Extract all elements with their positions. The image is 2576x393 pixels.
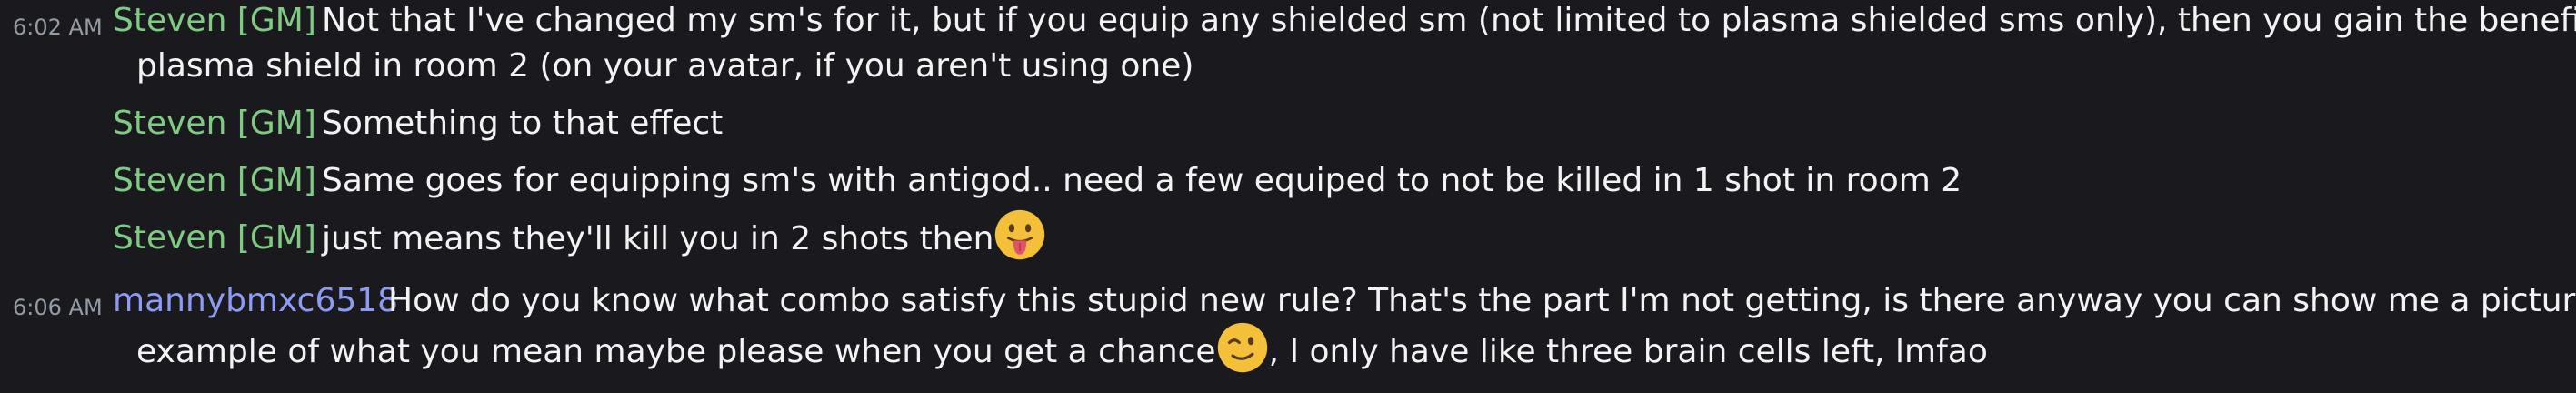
- chat-log: 6:02 AM Steven [GM] Not that I've change…: [0, 0, 2576, 393]
- message-author[interactable]: Steven [GM]: [113, 105, 316, 142]
- message-author[interactable]: mannybmxc6518: [113, 282, 398, 319]
- message-timestamp: 6:02 AM: [13, 15, 103, 40]
- winking-face-icon: [1216, 321, 1269, 374]
- message-text: Something to that effect: [322, 105, 724, 142]
- message-timestamp: 6:06 AM: [13, 295, 103, 320]
- tongue-out-face-icon: [993, 208, 1046, 261]
- message-author[interactable]: Steven [GM]: [113, 162, 316, 199]
- message-text: just means they'll kill you in 2 shots t…: [322, 209, 1046, 261]
- message-text: Same goes for equipping sm's with antigo…: [322, 162, 1962, 199]
- message-author[interactable]: Steven [GM]: [113, 2, 316, 39]
- message-author[interactable]: Steven [GM]: [113, 219, 316, 257]
- message-text-before-emoji: example of what you mean maybe please wh…: [136, 333, 1216, 370]
- message-text-content: just means they'll kill you in 2 shots t…: [322, 220, 994, 257]
- message-text-after-emoji: , I only have like three brain cells lef…: [1268, 333, 1988, 370]
- message-text: Not that I've changed my sm's for it, bu…: [322, 2, 2576, 39]
- message-text-continued: example of what you mean maybe please wh…: [136, 322, 1988, 374]
- message-text-continued: plasma shield in room 2 (on your avatar,…: [136, 47, 1194, 85]
- message-text: How do you know what combo satisfy this …: [388, 282, 2576, 319]
